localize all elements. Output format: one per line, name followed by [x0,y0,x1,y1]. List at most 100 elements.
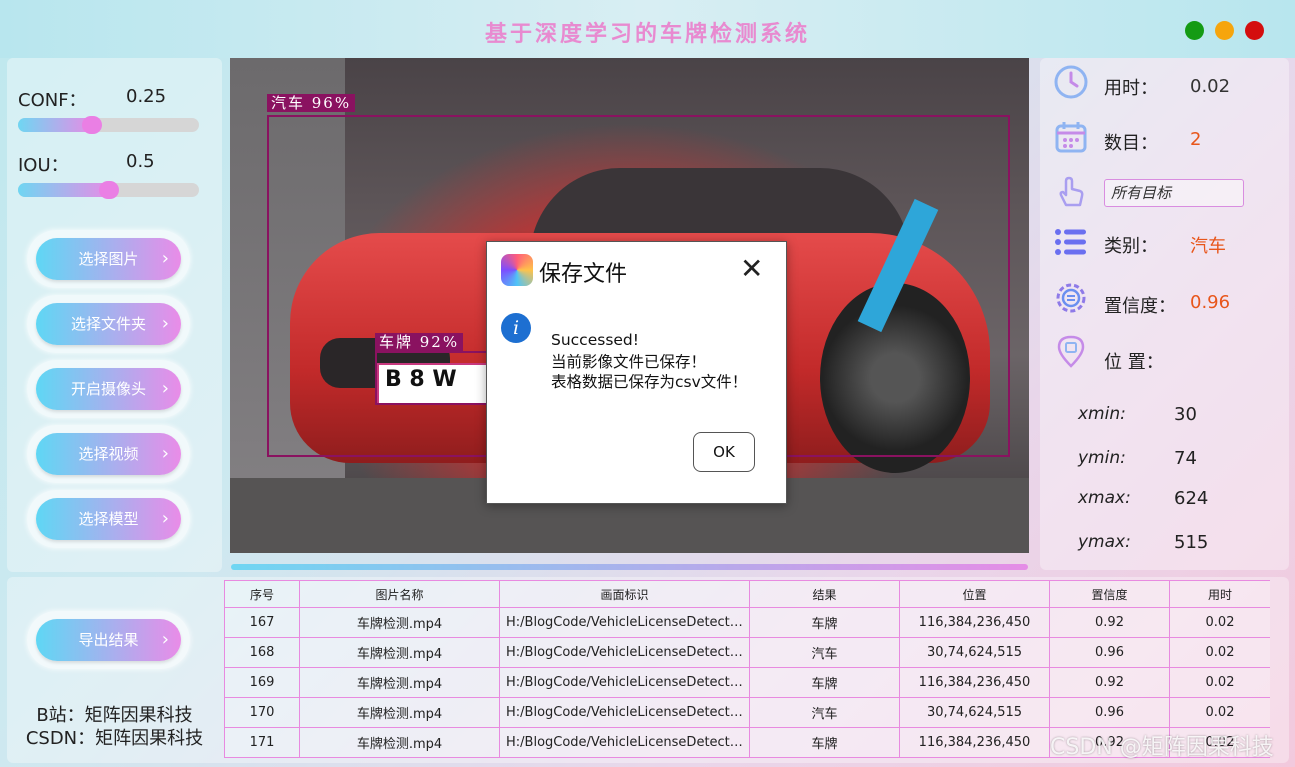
cell-confidence: 0.92 [1049,607,1170,638]
open-camera-button-frame: 开启摄像头 › [27,360,190,418]
minimize-button[interactable] [1215,21,1234,40]
cell-confidence: 0.96 [1049,697,1170,728]
chevron-right-icon: › [161,508,169,529]
iou-slider-fill [18,183,109,197]
header-result[interactable]: 结果 [749,580,900,608]
ymin-value: 74 [1174,448,1197,469]
cell-frame-id: H:/BlogCode/VehicleLicenseDetection... [499,667,750,698]
plate-detection-box [375,351,497,405]
gear-icon [1056,283,1086,313]
cell-result: 车牌 [749,667,900,698]
ymax-value: 515 [1174,532,1209,553]
save-file-dialog: 保存文件 ✕ i Successed! 当前影像文件已保存！ 表格数据已保存为c… [486,241,787,504]
cell-position: 30,74,624,515 [899,637,1050,668]
cell-result: 汽车 [749,697,900,728]
header-confidence[interactable]: 置信度 [1049,580,1170,608]
xmin-value: 30 [1174,404,1197,425]
cell-result: 车牌 [749,607,900,638]
chevron-right-icon: › [161,313,169,334]
cell-position: 116,384,236,450 [899,727,1050,758]
cell-position: 30,74,624,515 [899,697,1050,728]
chevron-right-icon: › [161,378,169,399]
dialog-title: 保存文件 [539,262,628,287]
app-logo-icon [501,254,533,286]
select-image-button[interactable]: 选择图片 › [36,238,181,280]
cell-position: 116,384,236,450 [899,607,1050,638]
cell-image-name: 车牌检测.mp4 [299,727,500,758]
car-detection-label: 汽车 96% [267,94,356,112]
time-label: 用时： [1104,78,1158,99]
count-value: 2 [1190,129,1202,150]
location-pin-icon [1057,335,1085,368]
list-icon [1055,229,1086,255]
conf-label: CONF： [18,90,87,111]
select-video-button[interactable]: 选择视频 › [36,433,181,475]
class-value: 汽车 [1190,236,1226,257]
select-folder-button[interactable]: 选择文件夹 › [36,303,181,345]
cell-image-name: 车牌检测.mp4 [299,607,500,638]
header-index[interactable]: 序号 [224,580,300,608]
select-model-button[interactable]: 选择模型 › [36,498,181,540]
dialog-close-icon[interactable]: ✕ [740,254,763,284]
maximize-button[interactable] [1185,21,1204,40]
open-camera-button[interactable]: 开启摄像头 › [36,368,181,410]
iou-label: IOU： [18,155,69,176]
conf-value: 0.25 [126,86,167,107]
chevron-right-icon: › [161,248,169,269]
conf-slider-fill [18,118,92,132]
header-frame-id[interactable]: 画面标识 [499,580,750,608]
table-row[interactable]: 167 车牌检测.mp4 H:/BlogCode/VehicleLicenseD… [224,607,1270,638]
dialog-message-line1: Successed! [551,331,639,349]
cell-time: 0.02 [1169,697,1270,728]
cell-frame-id: H:/BlogCode/VehicleLicenseDetection... [499,607,750,638]
cell-time: 0.02 [1169,637,1270,668]
conf-slider-handle[interactable] [82,116,102,134]
close-button[interactable] [1245,21,1264,40]
cell-image-name: 车牌检测.mp4 [299,667,500,698]
iou-value: 0.5 [126,151,155,172]
cell-time: 0.02 [1169,667,1270,698]
cell-confidence: 0.96 [1049,637,1170,668]
video-progress-bar[interactable] [231,564,1028,570]
header-position[interactable]: 位置 [899,580,1050,608]
dialog-ok-button[interactable]: OK [693,432,755,472]
conf-slider[interactable] [18,116,199,134]
cell-position: 116,384,236,450 [899,667,1050,698]
iou-slider[interactable] [18,181,199,199]
info-icon: i [501,313,531,343]
watermark: CSDN @矩阵因果科技 [1050,735,1274,760]
cell-frame-id: H:/BlogCode/VehicleLicenseDetection... [499,637,750,668]
count-label: 数目： [1104,133,1158,154]
dialog-message-line3: 表格数据已保存为csv文件！ [551,373,748,391]
cell-result: 汽车 [749,637,900,668]
table-row[interactable]: 168 车牌检测.mp4 H:/BlogCode/VehicleLicenseD… [224,637,1270,668]
chevron-right-icon: › [161,629,169,650]
class-label: 类别： [1104,236,1158,257]
target-select[interactable]: 所有目标 [1104,179,1244,207]
table-row[interactable]: 170 车牌检测.mp4 H:/BlogCode/VehicleLicenseD… [224,697,1270,728]
cell-frame-id: H:/BlogCode/VehicleLicenseDetection... [499,727,750,758]
clock-icon [1054,65,1088,99]
ymin-label: ymin: [1078,448,1126,468]
cell-result: 车牌 [749,727,900,758]
select-image-button-frame: 选择图片 › [27,230,190,288]
header-time[interactable]: 用时 [1169,580,1270,608]
iou-slider-handle[interactable] [99,181,119,199]
open-camera-label: 开启摄像头 [70,380,146,398]
export-results-button[interactable]: 导出结果 › [36,619,181,661]
cell-index: 168 [224,637,300,668]
select-folder-button-frame: 选择文件夹 › [27,295,190,353]
cell-index: 169 [224,667,300,698]
cell-frame-id: H:/BlogCode/VehicleLicenseDetection... [499,697,750,728]
dialog-message-line2: 当前影像文件已保存！ [551,353,707,371]
cell-index: 167 [224,607,300,638]
xmax-value: 624 [1174,488,1209,509]
plate-detection-label: 车牌 92% [375,333,464,351]
header-image-name[interactable]: 图片名称 [299,580,500,608]
chevron-right-icon: › [161,443,169,464]
table-row[interactable]: 169 车牌检测.mp4 H:/BlogCode/VehicleLicenseD… [224,667,1270,698]
select-video-button-frame: 选择视频 › [27,425,190,483]
select-folder-label: 选择文件夹 [70,315,146,333]
position-label: 位 置： [1104,352,1164,373]
cell-index: 171 [224,727,300,758]
